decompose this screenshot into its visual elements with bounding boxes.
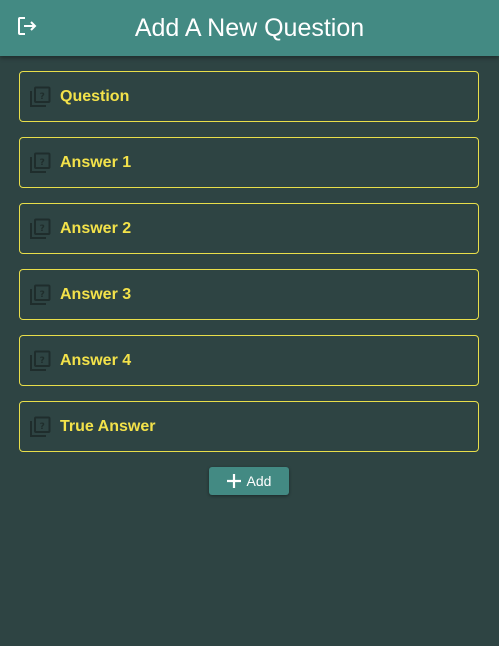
- app-bar: Add A New Question: [0, 0, 499, 56]
- svg-text:?: ?: [40, 157, 45, 167]
- question-library-icon: ?: [29, 416, 51, 438]
- true-answer-field[interactable]: ? True Answer: [19, 401, 479, 452]
- svg-text:?: ?: [40, 421, 45, 431]
- question-library-icon: ?: [29, 86, 51, 108]
- svg-text:?: ?: [40, 91, 45, 101]
- add-button-label: Add: [246, 473, 272, 489]
- add-button[interactable]: Add: [209, 467, 289, 495]
- field-label: Answer 3: [60, 285, 132, 303]
- answer-2-field[interactable]: ? Answer 2: [19, 203, 479, 254]
- question-form: ? Question ? Answer 1 ? Answer 2 ? Answe…: [19, 71, 479, 467]
- field-label: Answer 4: [60, 351, 132, 369]
- field-label: Question: [60, 87, 130, 105]
- page-title: Add A New Question: [134, 14, 365, 42]
- question-library-icon: ?: [29, 284, 51, 306]
- question-library-icon: ?: [29, 152, 51, 174]
- answer-3-field[interactable]: ? Answer 3: [19, 269, 479, 320]
- svg-text:?: ?: [40, 355, 45, 365]
- field-label: Answer 1: [60, 153, 132, 171]
- field-label: Answer 2: [60, 219, 132, 237]
- plus-icon: [226, 474, 241, 488]
- question-library-icon: ?: [29, 350, 51, 372]
- answer-1-field[interactable]: ? Answer 1: [19, 137, 479, 188]
- question-library-icon: ?: [29, 218, 51, 240]
- svg-text:?: ?: [40, 289, 45, 299]
- svg-text:?: ?: [40, 223, 45, 233]
- field-label: True Answer: [60, 417, 156, 435]
- answer-4-field[interactable]: ? Answer 4: [19, 335, 479, 386]
- question-field[interactable]: ? Question: [19, 71, 479, 122]
